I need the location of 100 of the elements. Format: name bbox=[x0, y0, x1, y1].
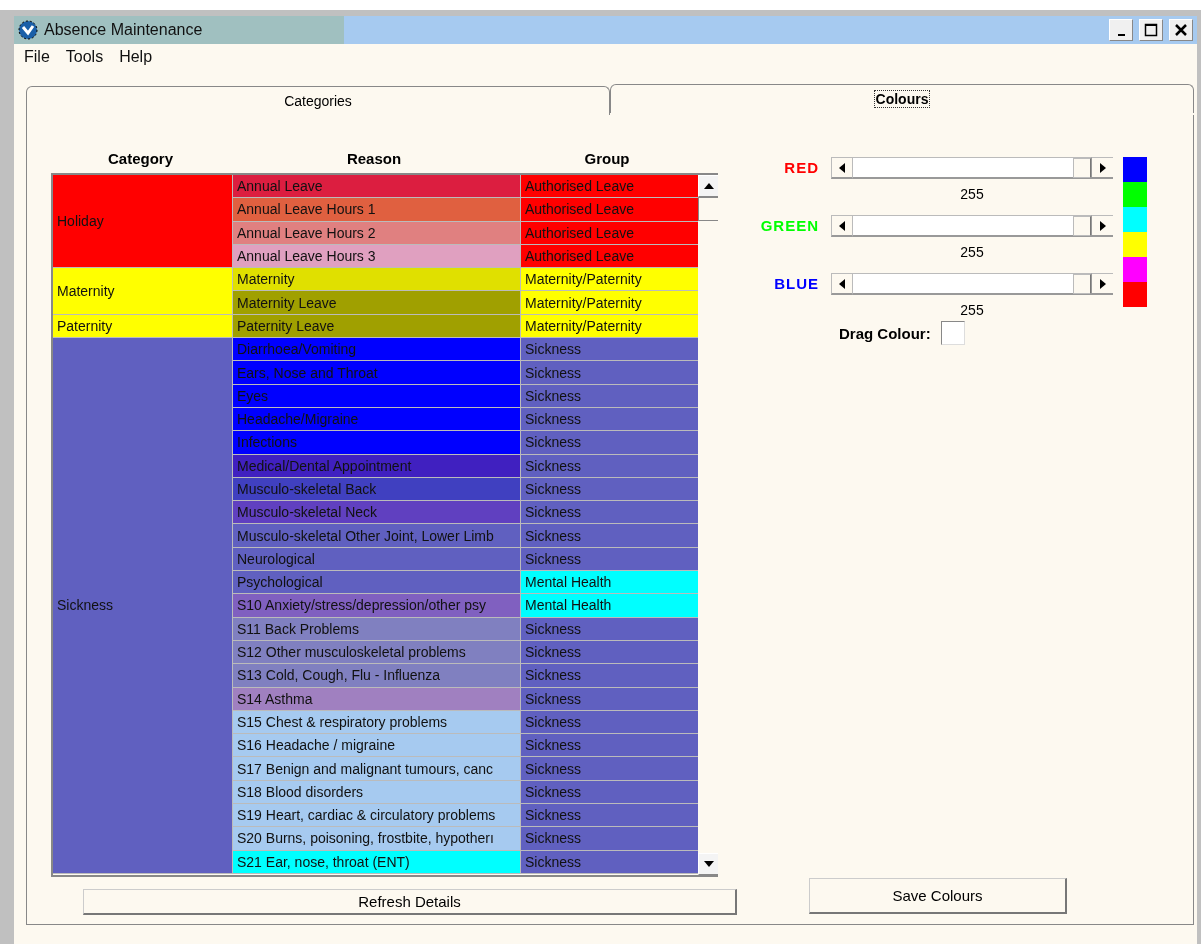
scroll-left-button[interactable] bbox=[831, 273, 853, 295]
slider-label: BLUE bbox=[773, 274, 819, 294]
table-cell: Musculo-skeletal Back bbox=[232, 477, 520, 502]
table-cell: S16 Headache / migraine bbox=[232, 734, 520, 758]
slider-label: GREEN bbox=[759, 216, 819, 236]
table-cell: Musculo-skeletal Neck bbox=[232, 501, 520, 525]
table-cell: S19 Heart, cardiac & circulatory problems bbox=[232, 804, 520, 828]
tab[interactable]: Colours bbox=[610, 84, 1194, 113]
table-cell: Sickness bbox=[520, 477, 698, 502]
right-arrow-icon bbox=[1099, 162, 1106, 173]
table-cell: Headache/Migraine bbox=[232, 407, 520, 432]
table-cell: Sickness bbox=[520, 827, 698, 851]
table-cell: S14 Asthma bbox=[232, 687, 520, 711]
colour-swatch[interactable] bbox=[1123, 182, 1147, 207]
table-cell: Neurological bbox=[232, 547, 520, 572]
table-cell: Sickness bbox=[520, 524, 698, 548]
table-cell: Sickness bbox=[520, 664, 698, 688]
table-cell: S20 Burns, poisoning, frostbite, hypotherı bbox=[232, 827, 520, 851]
table-cell: Authorised Leave bbox=[520, 221, 698, 245]
menu-item[interactable]: Tools bbox=[65, 48, 104, 66]
table-cell: S11 Back Problems bbox=[232, 617, 520, 641]
save-colours-button[interactable]: Save Colours bbox=[809, 878, 1067, 914]
scroll-down-button[interactable] bbox=[698, 853, 718, 875]
minimize-icon bbox=[1117, 34, 1125, 36]
scroll-left-button[interactable] bbox=[831, 215, 853, 237]
maximize-icon bbox=[1144, 23, 1158, 37]
colour-swatch[interactable] bbox=[1123, 232, 1147, 257]
scroll-left-button[interactable] bbox=[831, 157, 853, 179]
maximize-button[interactable] bbox=[1139, 19, 1163, 41]
table-cell: Sickness bbox=[53, 338, 232, 874]
column-header: Reason bbox=[345, 149, 403, 167]
column-header: Group bbox=[583, 149, 631, 167]
table-cell: Musculo-skeletal Other Joint, Lower Limb bbox=[232, 524, 520, 548]
table-cell: Maternity bbox=[53, 268, 232, 315]
slider-thumb[interactable] bbox=[1073, 158, 1091, 178]
table-cell: Sickness bbox=[520, 757, 698, 781]
table-cell: Eyes bbox=[232, 384, 520, 408]
table-cell: Diarrhoea/Vomiting bbox=[232, 338, 520, 362]
colour-swatch[interactable] bbox=[1123, 282, 1147, 307]
right-arrow-icon bbox=[1099, 220, 1106, 231]
table-cell: Authorised Leave bbox=[520, 244, 698, 269]
scroll-right-button[interactable] bbox=[1091, 215, 1113, 237]
table-cell: Maternity Leave bbox=[232, 291, 520, 315]
table-cell: Maternity/Paternity bbox=[520, 268, 698, 292]
colour-swatch[interactable] bbox=[1123, 257, 1147, 282]
colour-swatch[interactable] bbox=[1123, 157, 1147, 182]
table-cell: Sickness bbox=[520, 338, 698, 362]
window-title: Absence Maintenance bbox=[44, 21, 204, 39]
table-cell: Authorised Leave bbox=[520, 198, 698, 222]
tab[interactable]: Categories bbox=[26, 86, 610, 115]
table-cell: Sickness bbox=[520, 640, 698, 665]
drag-colour-box[interactable] bbox=[940, 321, 965, 345]
table-cell: Ears, Nose and Throat bbox=[232, 361, 520, 385]
table-cell: Maternity/Paternity bbox=[520, 314, 698, 339]
scroll-up-button[interactable] bbox=[698, 175, 718, 197]
table-cell: Sickness bbox=[520, 687, 698, 711]
table-cell: Mental Health bbox=[520, 571, 698, 595]
table-cell: Annual Leave Hours 1 bbox=[232, 198, 520, 222]
scroll-thumb[interactable] bbox=[698, 197, 718, 221]
left-arrow-icon bbox=[839, 220, 845, 231]
drag-colour-label: Drag Colour: bbox=[839, 324, 931, 342]
slider-value: 255 bbox=[959, 186, 985, 204]
scroll-right-button[interactable] bbox=[1091, 157, 1113, 179]
close-button[interactable] bbox=[1169, 19, 1193, 41]
table-cell: Maternity/Paternity bbox=[520, 291, 698, 315]
scrollbar[interactable] bbox=[698, 175, 718, 875]
table-cell: Sickness bbox=[520, 850, 698, 874]
table-cell: Sickness bbox=[520, 454, 698, 478]
table-cell: Medical/Dental Appointment bbox=[232, 454, 520, 478]
table-cell: S17 Benign and malignant tumours, canc bbox=[232, 757, 520, 781]
table-cell: Annual Leave Hours 3 bbox=[232, 244, 520, 269]
table-cell: Sickness bbox=[520, 617, 698, 641]
table-cell: Sickness bbox=[520, 407, 698, 432]
up-arrow-icon bbox=[704, 183, 714, 189]
slider-value: 255 bbox=[959, 302, 985, 320]
table-cell: Paternity Leave bbox=[232, 314, 520, 339]
table-cell: Sickness bbox=[520, 384, 698, 408]
left-arrow-icon bbox=[839, 278, 845, 289]
slider-thumb[interactable] bbox=[1073, 216, 1091, 236]
menu-item[interactable]: File bbox=[24, 48, 50, 66]
table-cell: Sickness bbox=[520, 710, 698, 735]
slider-thumb[interactable] bbox=[1073, 274, 1091, 294]
slider-label: RED bbox=[783, 158, 819, 178]
right-arrow-icon bbox=[1099, 278, 1106, 289]
table-cell: Sickness bbox=[520, 547, 698, 572]
colour-swatch[interactable] bbox=[1123, 207, 1147, 232]
menu-item[interactable]: Help bbox=[119, 48, 153, 66]
scroll-right-button[interactable] bbox=[1091, 273, 1113, 295]
table-cell: Holiday bbox=[53, 175, 232, 269]
table-cell: Annual Leave Hours 2 bbox=[232, 221, 520, 245]
table-cell: S10 Anxiety/stress/depression/other psy bbox=[232, 594, 520, 618]
minimize-button[interactable] bbox=[1109, 19, 1133, 41]
refresh-button[interactable]: Refresh Details bbox=[83, 889, 737, 915]
table-cell: Authorised Leave bbox=[520, 175, 698, 199]
table-cell: Sickness bbox=[520, 780, 698, 804]
slider-value: 255 bbox=[959, 244, 985, 262]
table-cell: Sickness bbox=[520, 804, 698, 828]
table-cell: Sickness bbox=[520, 734, 698, 758]
table-cell: Annual Leave bbox=[232, 175, 520, 199]
table-cell: S13 Cold, Cough, Flu - Influenza bbox=[232, 664, 520, 688]
